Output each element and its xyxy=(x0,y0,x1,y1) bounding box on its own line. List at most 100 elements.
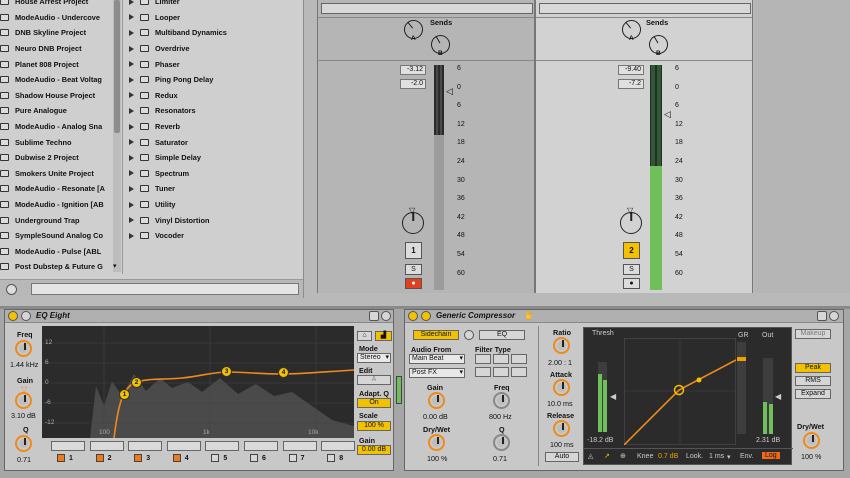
arm-button[interactable]: ● xyxy=(405,278,422,289)
browser-place-item[interactable]: Post Dubstep & Future G xyxy=(0,259,112,275)
volume-slider-handle[interactable]: ◁ xyxy=(446,86,453,97)
browser-device-item[interactable]: Redux xyxy=(129,88,302,104)
solo-button[interactable]: S xyxy=(405,264,422,275)
browser-device-item[interactable]: Utility xyxy=(129,197,302,213)
browser-device-item[interactable]: Looper xyxy=(129,10,302,26)
expand-triangle-icon[interactable] xyxy=(129,170,134,177)
ratio-knob[interactable] xyxy=(553,337,570,354)
band-activator[interactable] xyxy=(172,454,181,462)
release-value[interactable]: 100 ms xyxy=(550,440,574,449)
eq-point-4[interactable]: 4 xyxy=(278,367,289,378)
band-activator[interactable] xyxy=(95,454,104,462)
browser-device-item[interactable]: Ping Pong Delay xyxy=(129,72,302,88)
expand-triangle-icon[interactable] xyxy=(129,45,134,52)
track-activator-2[interactable]: 2 xyxy=(623,242,640,259)
freq-knob[interactable] xyxy=(15,340,32,357)
sc-freq-knob[interactable] xyxy=(493,392,510,409)
expand-triangle-icon[interactable] xyxy=(129,139,134,146)
browser-device-item[interactable]: Vinyl Distortion xyxy=(129,212,302,228)
browser-place-item[interactable]: Underground Trap xyxy=(0,212,112,228)
scale-field[interactable]: 100 % xyxy=(357,421,391,431)
band-filter-type-select[interactable] xyxy=(51,441,85,451)
browser-device-item[interactable]: Phaser xyxy=(129,56,302,72)
browser-place-item[interactable]: Planet 808 Project xyxy=(0,56,112,72)
browser-device-item[interactable]: Spectrum xyxy=(129,166,302,182)
eq-spectrum-icon[interactable]: ▟ xyxy=(375,331,392,341)
browser-place-item[interactable]: ModeAudio - Beat Voltag xyxy=(0,72,112,88)
thresh-value[interactable]: -18.2 dB xyxy=(587,437,613,444)
browser-device-item[interactable]: Limiter xyxy=(129,0,302,10)
out-gain-handle[interactable]: ◀ xyxy=(775,392,781,401)
browser-place-item[interactable]: Neuro DNB Project xyxy=(0,41,112,57)
sc-q-knob[interactable] xyxy=(493,434,510,451)
expand-triangle-icon[interactable] xyxy=(129,92,134,99)
volume-field[interactable]: -7.2 xyxy=(618,79,644,89)
browser-place-item[interactable]: SympleSound Analog Co xyxy=(0,228,112,244)
browser-place-item[interactable]: ModeAudio - Pulse [ABL xyxy=(0,244,112,260)
volume-slider-handle[interactable]: ◁ xyxy=(664,109,671,120)
browser-place-item[interactable]: House Arrest Project xyxy=(0,0,112,10)
release-knob[interactable] xyxy=(553,420,570,437)
close-device-icon[interactable] xyxy=(829,311,839,321)
activity-mode-icon[interactable]: ⊕ xyxy=(620,452,626,460)
close-device-icon[interactable] xyxy=(381,311,391,321)
expand-triangle-icon[interactable] xyxy=(129,29,134,36)
expand-triangle-icon[interactable] xyxy=(129,185,134,192)
expand-button[interactable]: Expand xyxy=(795,389,831,399)
envelope-log-button[interactable]: Log xyxy=(762,452,780,459)
post-fx-select[interactable]: Post FX xyxy=(409,368,465,378)
device-on-icon[interactable] xyxy=(408,311,418,321)
expand-triangle-icon[interactable] xyxy=(129,232,134,239)
browser-device-item[interactable]: Tuner xyxy=(129,181,302,197)
browser-device-item[interactable]: Reverb xyxy=(129,119,302,135)
expand-triangle-icon[interactable] xyxy=(129,201,134,208)
sc-q-value[interactable]: 0.71 xyxy=(493,454,507,463)
band-filter-type-select[interactable] xyxy=(89,441,124,451)
edit-a-button[interactable]: A xyxy=(357,375,391,385)
browser-place-item[interactable]: DNB Skyline Project xyxy=(0,25,112,41)
peak-button[interactable]: Peak xyxy=(795,363,831,373)
device-on-icon[interactable] xyxy=(8,311,18,321)
output-gain-field[interactable]: 0.00 dB xyxy=(357,445,391,455)
filter-type-button[interactable] xyxy=(511,354,527,364)
filter-type-button[interactable] xyxy=(475,354,491,364)
eq-adapt-icon[interactable]: ⌂ xyxy=(357,331,372,341)
knee-value[interactable]: 0.7 dB xyxy=(658,453,678,460)
curve-mode-icon[interactable]: ↗ xyxy=(604,452,610,460)
browser-place-item[interactable]: ModeAudio - Analog Sna xyxy=(0,119,112,135)
sc-freq-value[interactable]: 800 Hz xyxy=(489,412,512,421)
browser-search-input[interactable] xyxy=(31,283,299,295)
browser-place-item[interactable]: Shadow House Project xyxy=(0,88,112,104)
makeup-button[interactable]: Makeup xyxy=(795,329,831,339)
browser-place-item[interactable]: Sublime Techno xyxy=(0,134,112,150)
save-preset-icon[interactable] xyxy=(369,311,379,321)
sc-drywet-knob[interactable] xyxy=(428,434,445,451)
sidechain-button[interactable]: Sidechain xyxy=(413,330,459,340)
freq-value[interactable]: 1.44 kHz xyxy=(10,360,38,369)
device-fold-icon[interactable] xyxy=(421,311,431,321)
expand-triangle-icon[interactable] xyxy=(129,154,134,161)
drywet-value[interactable]: 100 % xyxy=(801,452,821,461)
eq-display[interactable] xyxy=(42,326,354,438)
browser-device-item[interactable]: Simple Delay xyxy=(129,150,302,166)
thresh-handle[interactable]: ◀ xyxy=(610,392,616,401)
q-value[interactable]: 0.71 xyxy=(17,455,31,464)
rms-button[interactable]: RMS xyxy=(795,376,831,386)
q-knob[interactable] xyxy=(15,435,32,452)
headphones-icon[interactable] xyxy=(464,330,474,340)
eq-point-2[interactable]: 2 xyxy=(131,377,142,388)
filter-type-button[interactable] xyxy=(493,354,509,364)
ratio-value[interactable]: 2.00 : 1 xyxy=(548,358,572,367)
adapt-q-button[interactable]: On xyxy=(357,398,391,408)
browser-place-item[interactable]: ModeAudio - Undercove xyxy=(0,10,112,26)
drywet-knob[interactable] xyxy=(803,432,820,449)
browser-device-item[interactable]: Resonators xyxy=(129,103,302,119)
browser-place-item[interactable]: ModeAudio - Resonate [A xyxy=(0,181,112,197)
expand-triangle-icon[interactable] xyxy=(129,217,134,224)
track-activator-1[interactable]: 1 xyxy=(405,242,422,259)
solo-button[interactable]: S xyxy=(623,264,640,275)
expand-triangle-icon[interactable] xyxy=(129,61,134,68)
band-activator[interactable] xyxy=(327,454,336,462)
attack-value[interactable]: 10.0 ms xyxy=(547,399,573,408)
sc-drywet-value[interactable]: 100 % xyxy=(427,454,447,463)
